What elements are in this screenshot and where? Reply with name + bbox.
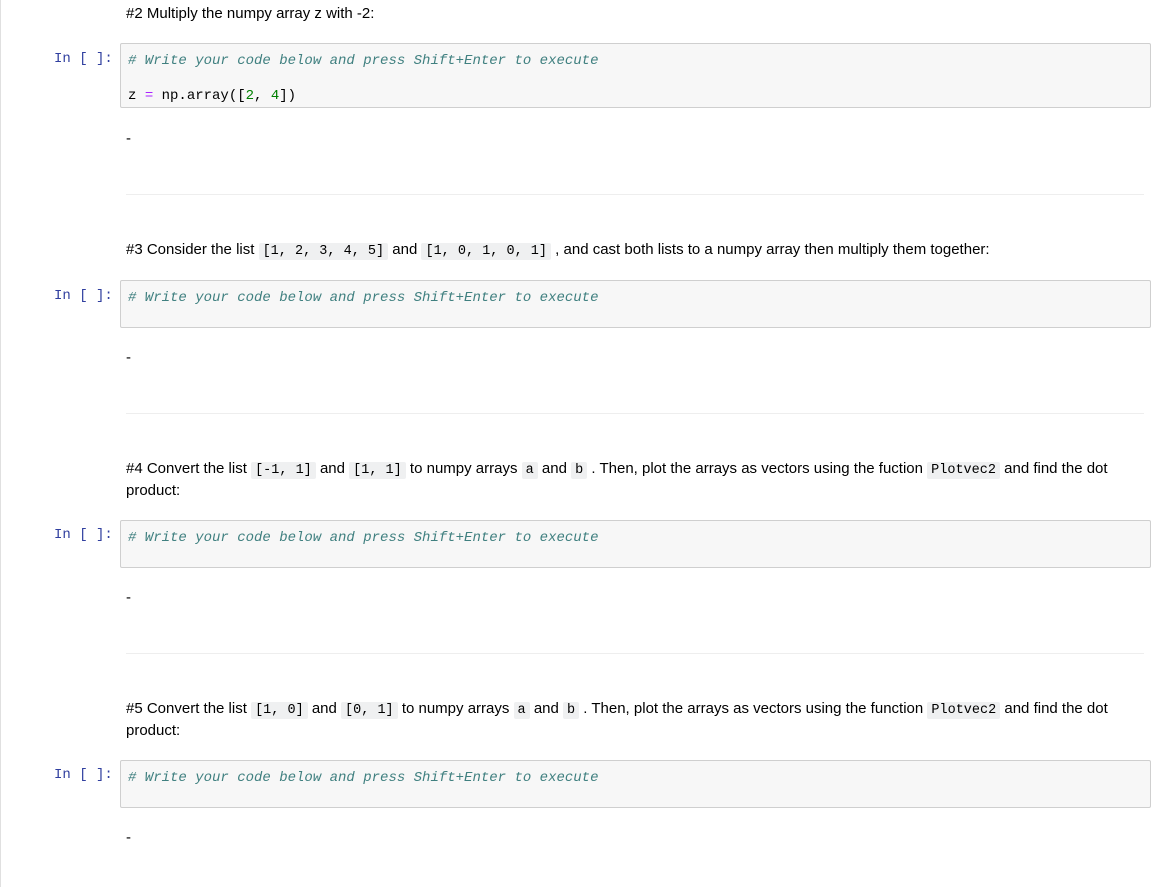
cell-output: - [126, 829, 131, 846]
code-comment: # Write your code below and press Shift+… [128, 53, 599, 69]
code-cell-input[interactable]: # Write your code below and press Shift+… [120, 520, 1151, 568]
code-comment: # Write your code below and press Shift+… [128, 530, 599, 546]
code-comment: # Write your code below and press Shift+… [128, 770, 599, 786]
inline-code: [1, 1] [349, 462, 406, 479]
question-text: #2 Multiply the numpy array z with -2: [126, 5, 375, 22]
inline-code: b [563, 702, 580, 719]
code-cell-input[interactable]: # Write your code below and press Shift+… [120, 760, 1151, 808]
code-cell-input[interactable]: # Write your code below and press Shift+… [120, 43, 1151, 108]
inline-code: b [571, 462, 588, 479]
input-prompt: In [ ]: [54, 51, 113, 67]
cell-output: - [126, 130, 131, 147]
code-comment: # Write your code below and press Shift+… [128, 290, 599, 306]
markdown-cell-q5: #5 Convert the list [1, 0] and [0, 1] to… [126, 700, 1108, 739]
markdown-cell-q2: #2 Multiply the numpy array z with -2: [126, 4, 1126, 24]
notebook: #2 Multiply the numpy array z with -2: I… [0, 0, 1166, 887]
inline-code: Plotvec2 [927, 462, 1000, 479]
inline-code: a [521, 462, 538, 479]
cell-divider [126, 413, 1144, 414]
cell-divider [126, 194, 1144, 195]
code-line: z = np.array([2, 4]) [128, 88, 297, 104]
inline-code: Plotvec2 [927, 702, 1001, 719]
input-prompt: In [ ]: [54, 288, 113, 304]
code-cell-input[interactable]: # Write your code below and press Shift+… [120, 280, 1151, 328]
inline-code: [1, 2, 3, 4, 5] [258, 243, 389, 260]
markdown-cell-q3: #3 Consider the list [1, 2, 3, 4, 5] and… [126, 241, 990, 260]
inline-code: [0, 1] [341, 702, 398, 719]
inline-code: [-1, 1] [251, 462, 316, 479]
cell-output: - [126, 589, 131, 606]
inline-code: [1, 0] [251, 702, 308, 719]
inline-code: a [513, 702, 530, 719]
inline-code: [1, 0, 1, 0, 1] [421, 243, 552, 260]
markdown-cell-q4: #4 Convert the list [-1, 1] and [1, 1] t… [126, 460, 1108, 499]
input-prompt: In [ ]: [54, 767, 113, 783]
cell-output: - [126, 349, 131, 366]
input-prompt: In [ ]: [54, 527, 113, 543]
cell-divider [126, 653, 1144, 654]
